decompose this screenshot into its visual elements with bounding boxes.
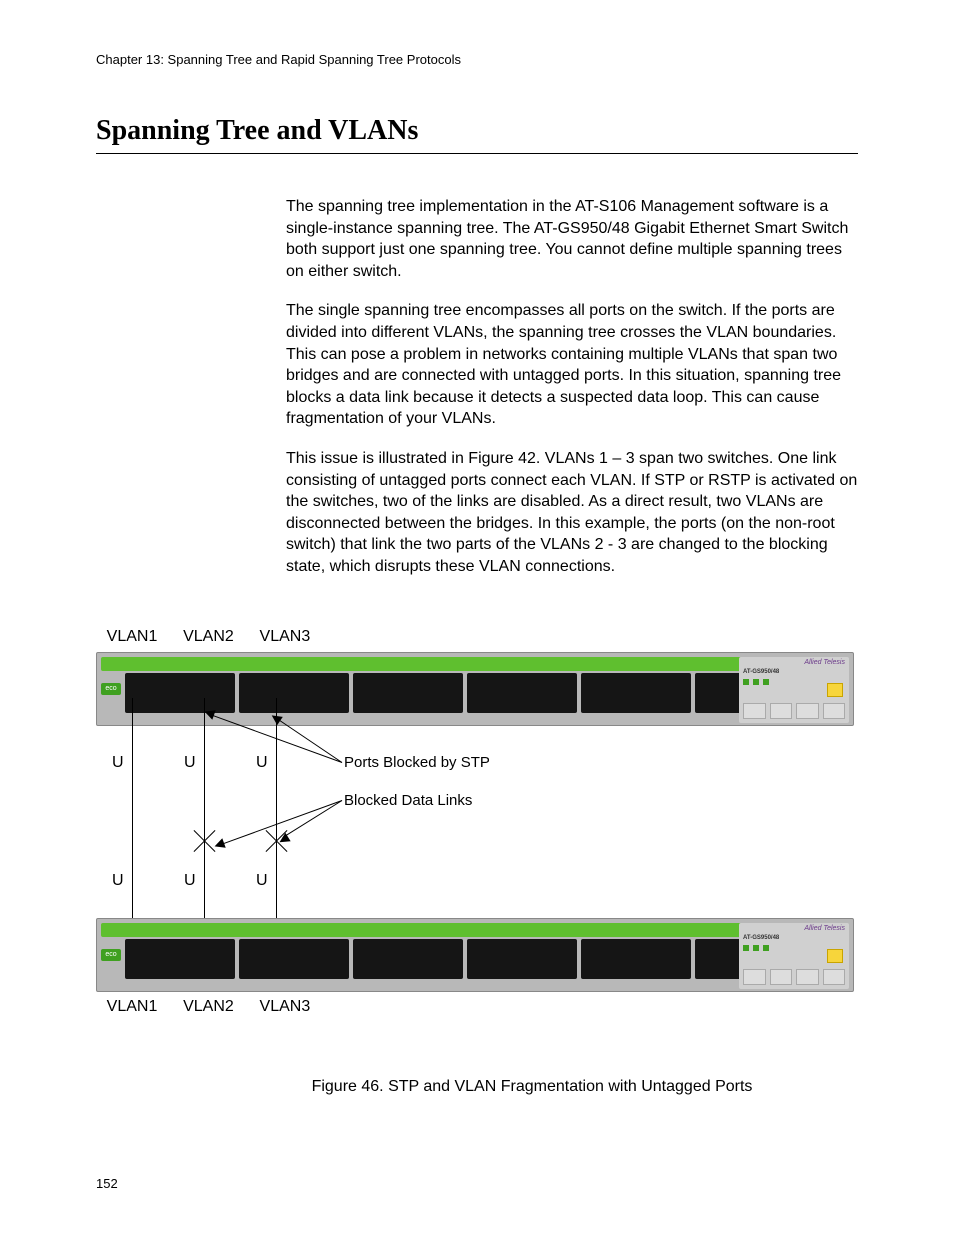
port-block [353, 939, 463, 979]
port-block [353, 673, 463, 713]
port-row [125, 673, 805, 713]
status-leds [743, 679, 769, 685]
u-label: U [184, 872, 196, 890]
port-row [125, 939, 805, 979]
port-block [467, 939, 577, 979]
port-block [581, 939, 691, 979]
annotation-blocked-links: Blocked Data Links [344, 792, 472, 809]
switch-faceplate [101, 657, 806, 671]
link-line [204, 698, 205, 928]
status-leds [743, 945, 769, 951]
paragraph: The single spanning tree encompasses all… [286, 300, 858, 430]
paragraph: This issue is illustrated in Figure 42. … [286, 448, 858, 578]
vlan-label: VLAN1 [96, 998, 168, 1016]
u-label: U [184, 754, 196, 772]
vlan-labels-bottom: VLAN1 VLAN2 VLAN3 [96, 998, 321, 1016]
vlan-label: VLAN2 [172, 998, 244, 1016]
page: Chapter 13: Spanning Tree and Rapid Span… [0, 0, 954, 1235]
link-line [132, 698, 133, 928]
link-line [276, 698, 277, 928]
vlan-label: VLAN1 [96, 628, 168, 646]
model-label: AT-GS950/48 [743, 669, 779, 675]
figure: VLAN1 VLAN2 VLAN3 eco Allied Telesis AT-… [96, 628, 858, 1108]
u-label: U [256, 872, 268, 890]
u-label: U [112, 754, 124, 772]
u-label: U [256, 754, 268, 772]
port-block [239, 673, 349, 713]
vlan-label: VLAN2 [172, 628, 244, 646]
warning-icon [827, 683, 843, 697]
paragraph: The spanning tree implementation in the … [286, 196, 858, 282]
eco-label-icon: eco [101, 949, 121, 961]
status-panel: Allied Telesis AT-GS950/48 [739, 657, 849, 723]
chapter-header: Chapter 13: Spanning Tree and Rapid Span… [96, 52, 858, 67]
port-block [467, 673, 577, 713]
vlan-label: VLAN3 [249, 998, 321, 1016]
section-title: Spanning Tree and VLANs [96, 115, 858, 154]
vlan-label: VLAN3 [249, 628, 321, 646]
page-number: 152 [96, 1176, 118, 1191]
u-label: U [112, 872, 124, 890]
figure-caption: Figure 46. STP and VLAN Fragmentation wi… [206, 1078, 858, 1096]
body-text: The spanning tree implementation in the … [286, 196, 858, 578]
port-block [125, 939, 235, 979]
switch-bottom: eco Allied Telesis AT-GS950/48 [96, 918, 854, 992]
brand-label: Allied Telesis [804, 925, 845, 932]
sfp-slots [743, 969, 845, 985]
port-block [125, 673, 235, 713]
switch-faceplate [101, 923, 806, 937]
annotation-ports-blocked: Ports Blocked by STP [344, 754, 490, 771]
sfp-slots [743, 703, 845, 719]
brand-label: Allied Telesis [804, 659, 845, 666]
model-label: AT-GS950/48 [743, 935, 779, 941]
eco-label-icon: eco [101, 683, 121, 695]
status-panel: Allied Telesis AT-GS950/48 [739, 923, 849, 989]
vlan-labels-top: VLAN1 VLAN2 VLAN3 [96, 628, 321, 646]
port-block [239, 939, 349, 979]
arrowhead-icon [213, 838, 226, 851]
port-block [581, 673, 691, 713]
warning-icon [827, 949, 843, 963]
